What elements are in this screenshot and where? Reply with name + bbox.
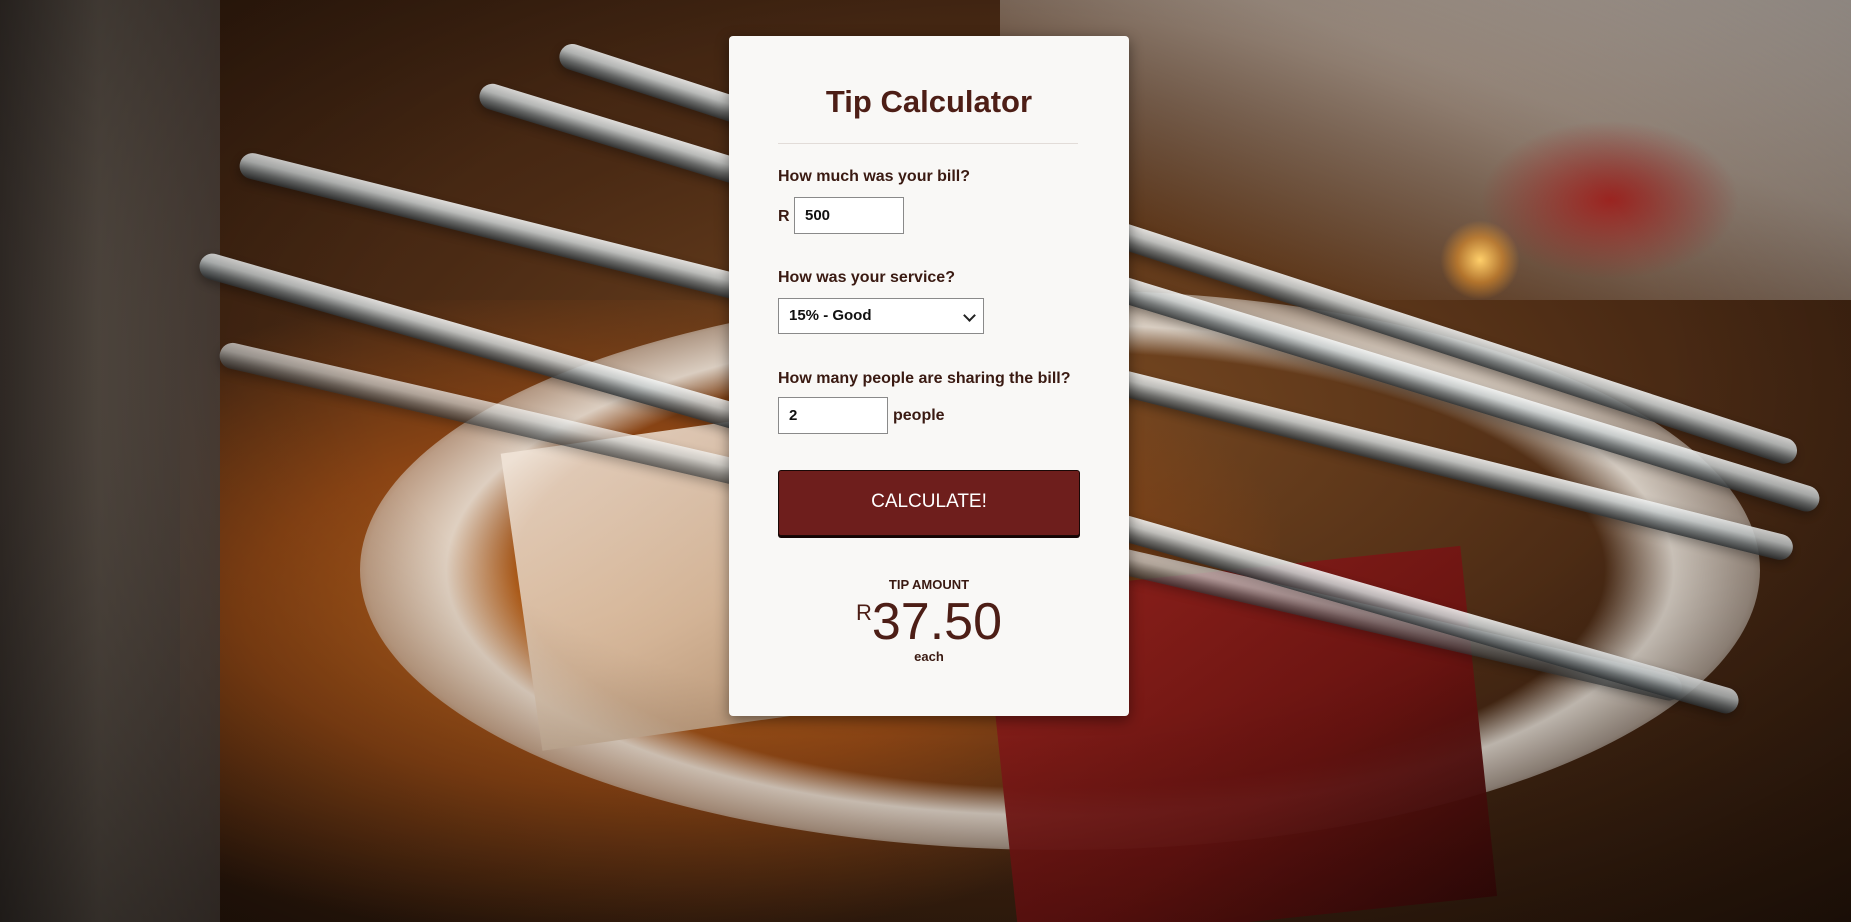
- bill-amount-input[interactable]: [794, 197, 904, 234]
- bill-currency-symbol: R: [778, 208, 790, 225]
- service-label: How was your service?: [778, 269, 955, 286]
- service-selected-value: 15% - Good: [789, 307, 872, 324]
- chevron-down-icon: [963, 309, 976, 322]
- page-title: Tip Calculator: [825, 84, 1033, 119]
- calculate-button[interactable]: CALCULATE!: [778, 470, 1080, 536]
- people-suffix: people: [893, 407, 945, 424]
- bill-label: How much was your bill?: [778, 168, 971, 185]
- tip-calculator-card: Tip Calculator How much was your bill? R…: [729, 36, 1129, 716]
- tip-amount-display: R37.50: [729, 592, 1129, 652]
- service-quality-select[interactable]: 15% - Good: [778, 298, 984, 334]
- people-label: How many people are sharing the bill?: [778, 370, 1071, 387]
- tip-amount-label: TIP AMOUNT: [888, 577, 970, 592]
- title-divider: [778, 143, 1078, 144]
- tip-each-label: each: [914, 649, 944, 664]
- tip-amount-value: 37.50: [871, 593, 1003, 651]
- people-count-input[interactable]: [778, 397, 888, 434]
- tip-currency-symbol: R: [855, 600, 872, 625]
